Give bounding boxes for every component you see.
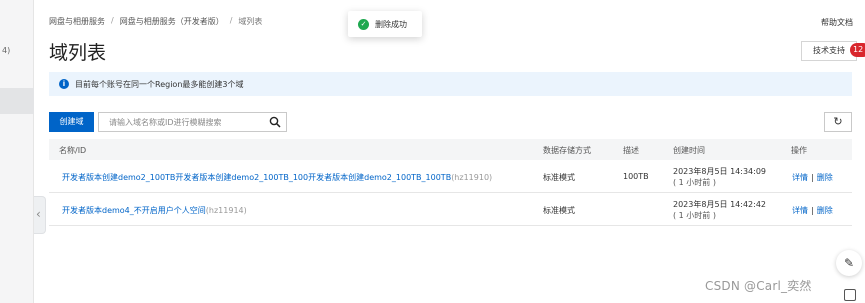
sidebar-fragment: 4)	[2, 46, 11, 55]
delete-link[interactable]: 删除	[817, 173, 833, 182]
column-header-actions: 操作	[791, 146, 807, 155]
app-root: 4) ‹ 网盘与相册服务 / 网盘与相册服务（开发者版） / 域列表 帮助文档 …	[0, 0, 865, 303]
sidebar-collapse-handle[interactable]: ‹	[34, 196, 46, 234]
domain-name-link[interactable]: 开发者版本demo4_不开启用户个人空间	[62, 206, 206, 215]
float-tool-icon[interactable]	[844, 289, 856, 301]
domain-name-cell: 开发者版本创建demo2_100TB开发者版本创建demo2_100TB_100…	[62, 172, 492, 183]
refresh-button[interactable]: ↻	[824, 112, 852, 132]
edit-feedback-button[interactable]: ✎	[836, 250, 862, 276]
domain-description: 100TB	[623, 172, 649, 181]
notice-text: 目前每个账号在同一个Region最多能创建3个域	[75, 79, 244, 89]
create-domain-button[interactable]: 创建域	[49, 112, 94, 132]
breadcrumb-separator: /	[111, 16, 114, 25]
pencil-icon: ✎	[843, 256, 855, 270]
column-header-created: 创建时间	[673, 146, 705, 155]
toast-message: 删除成功	[375, 19, 407, 29]
created-relative: ( 1 小时前 )	[673, 178, 716, 187]
sidebar: 4)	[0, 0, 34, 303]
info-notice: i 目前每个账号在同一个Region最多能创建3个域	[49, 72, 852, 96]
created-relative: ( 1 小时前 )	[673, 211, 716, 220]
created-timestamp: 2023年8月5日 14:42:42	[673, 200, 767, 209]
action-divider: |	[811, 173, 814, 182]
storage-mode: 标准模式	[543, 206, 575, 215]
search-input[interactable]	[99, 113, 267, 131]
row-actions: 详情 | 删除	[792, 172, 833, 183]
domain-id: (hz11914)	[205, 206, 247, 215]
sidebar-selected-item[interactable]	[0, 88, 34, 114]
created-timestamp: 2023年8月5日 14:34:09	[673, 167, 767, 176]
search-box	[98, 112, 287, 132]
breadcrumb-item-developer[interactable]: 网盘与相册服务（开发者版）	[120, 16, 224, 27]
info-icon: i	[59, 79, 69, 89]
column-header-name: 名称/ID	[59, 146, 87, 155]
domain-name-link[interactable]: 开发者版本创建demo2_100TB开发者版本创建demo2_100TB_100…	[62, 173, 451, 182]
created-time: 2023年8月5日 14:42:42 ( 1 小时前 )	[673, 199, 766, 221]
check-circle-icon: ✓	[358, 18, 369, 30]
domain-table: 名称/ID 数据存储方式 描述 创建时间 操作 开发者版本创建demo2_100…	[49, 139, 852, 226]
storage-mode: 标准模式	[543, 173, 575, 182]
help-docs-link[interactable]: 帮助文档	[821, 17, 853, 28]
breadcrumb-separator: /	[229, 16, 233, 25]
search-icon[interactable]	[269, 116, 281, 128]
row-actions: 详情 | 删除	[792, 205, 833, 216]
breadcrumb: 网盘与相册服务 / 网盘与相册服务（开发者版） / 域列表	[49, 16, 262, 27]
detail-link[interactable]: 详情	[792, 173, 808, 182]
success-toast: ✓ 删除成功	[348, 11, 422, 37]
column-header-description: 描述	[623, 146, 639, 155]
breadcrumb-item-current: 域列表	[238, 17, 263, 26]
table-row: 开发者版本创建demo2_100TB开发者版本创建demo2_100TB_100…	[49, 160, 852, 193]
breadcrumb-item-service[interactable]: 网盘与相册服务	[49, 16, 105, 27]
created-time: 2023年8月5日 14:34:09 ( 1 小时前 )	[673, 166, 766, 188]
column-header-storage: 数据存储方式	[543, 146, 591, 155]
refresh-icon: ↻	[833, 115, 843, 128]
chevron-left-icon: ‹	[36, 207, 41, 221]
domain-name-cell: 开发者版本demo4_不开启用户个人空间(hz11914)	[62, 205, 247, 216]
table-row: 开发者版本demo4_不开启用户个人空间(hz11914) 标准模式 2023年…	[49, 193, 852, 226]
table-header: 名称/ID 数据存储方式 描述 创建时间 操作	[49, 139, 852, 160]
page-title: 域列表	[49, 42, 107, 64]
domain-id: (hz11910)	[451, 173, 493, 182]
watermark: CSDN @Carl_奕然	[705, 279, 812, 293]
tech-support-button[interactable]: 技术支持	[801, 41, 857, 61]
action-divider: |	[811, 206, 814, 215]
detail-link[interactable]: 详情	[792, 206, 808, 215]
delete-link[interactable]: 删除	[817, 206, 833, 215]
notification-badge[interactable]: 12	[850, 43, 865, 57]
